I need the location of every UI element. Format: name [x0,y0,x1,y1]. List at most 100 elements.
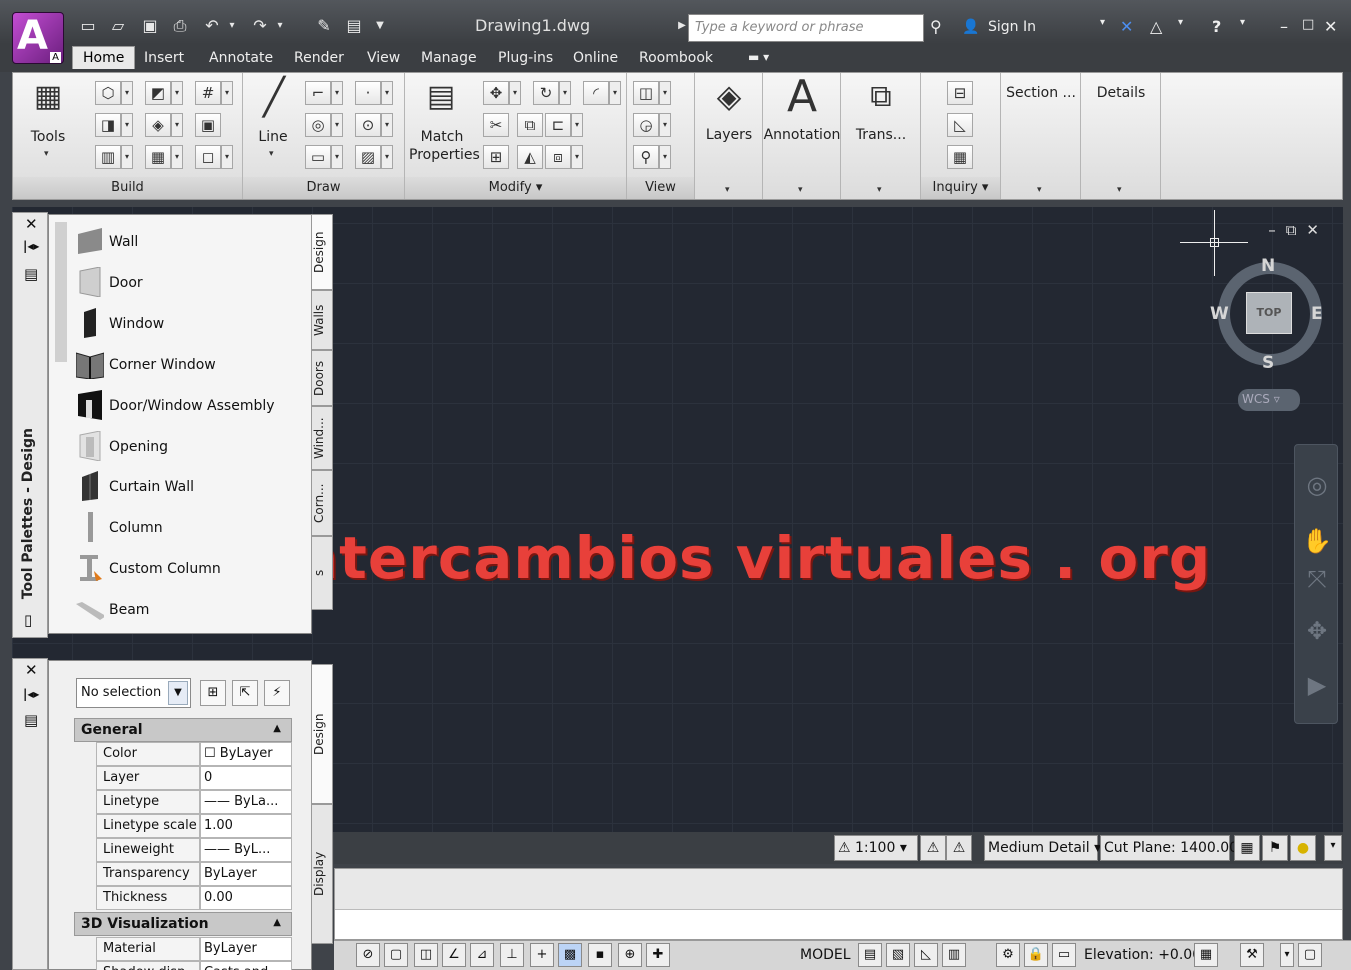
tools-label[interactable]: Tools [23,129,73,145]
property-row[interactable]: Thickness 0.00 [96,886,292,910]
help-dropdown-icon[interactable]: ▾ [1240,17,1245,28]
hardware-acceleration-icon[interactable]: ▭ [1052,943,1076,967]
select-objects-icon[interactable]: ⇱ [232,680,258,706]
palette-tab-design[interactable]: Design [311,214,333,290]
tool-palette-close-icon[interactable]: ✕ [25,215,38,233]
stair-tool-icon[interactable]: ◈ [145,113,171,137]
lineweight-icon[interactable]: ▪ [588,943,612,967]
panel-title-modify[interactable]: Modify ▾ [405,177,626,199]
rectangle-dropdown-icon[interactable]: ▾ [331,145,343,169]
property-row[interactable]: Lineweight —— ByL... [96,838,292,862]
curtain-tool-icon[interactable]: ▥ [95,145,121,169]
inquiry-expand-icon[interactable]: ▾ [982,180,989,195]
surface-hatch-icon[interactable]: ▦ [1234,835,1260,861]
layers-label[interactable]: Layers [695,127,763,143]
property-value[interactable]: ByLayer [200,862,292,886]
window-tool-icon[interactable]: ◨ [95,113,121,137]
properties-close-icon[interactable]: ✕ [25,661,38,679]
line-dropdown-icon[interactable]: ▾ [269,149,274,159]
offset-dropdown-icon[interactable]: ▾ [571,145,583,169]
property-value[interactable]: 0 [200,766,292,790]
palette-item-opening[interactable]: Opening [76,429,296,465]
circle-dropdown-icon[interactable]: ▾ [331,113,343,137]
orbit-icon[interactable]: ◶ [633,113,659,137]
palette-item-door[interactable]: Door [76,265,296,301]
display-configuration[interactable]: Medium Detail ▾ [984,835,1101,861]
category-3d-visualization[interactable]: 3D Visualization ▲ [74,912,292,936]
trim-icon[interactable]: ✂ [483,113,509,137]
pan-icon[interactable]: ✋ [1301,525,1333,557]
palette-tab-more[interactable]: s [311,536,333,610]
selection-dropdown[interactable]: No selection ▼ [76,678,191,708]
showmotion-icon[interactable]: ▶ [1301,669,1333,701]
section-dropdown-icon[interactable]: ▾ [1037,185,1042,195]
property-value[interactable]: 1.00 [200,814,292,838]
annotation-scale[interactable]: ⚠ 1:100 ▾ [834,835,918,861]
polyline-dropdown-icon[interactable]: ▾ [331,81,343,105]
layout-icon[interactable]: ▧ [886,943,910,967]
command-line[interactable] [334,868,1343,940]
quick-view-drawings-icon[interactable]: ▥ [942,943,966,967]
point-dropdown-icon[interactable]: ▾ [381,81,393,105]
match-properties-label-2[interactable]: Properties [409,147,480,163]
property-row[interactable]: Transparency ByLayer [96,862,292,886]
orbit-dropdown-icon[interactable]: ▾ [659,113,671,137]
annotation-dropdown-icon[interactable]: ▾ [798,185,803,195]
property-value[interactable]: Casts and... [200,961,292,970]
circle-icon[interactable]: ◎ [305,113,331,137]
point-icon[interactable]: · [355,81,381,105]
viewport-minimize-icon[interactable]: – [1268,221,1286,239]
undo-dropdown-icon[interactable]: ▾ [222,16,242,36]
viewport-close-icon[interactable]: ✕ [1306,221,1329,239]
application-button[interactable]: A A [12,12,64,64]
model-icon[interactable]: ▤ [858,943,882,967]
undo-icon[interactable]: ↶ [202,16,222,36]
chevron-down-icon[interactable]: ▼ [168,681,188,705]
osnap-icon[interactable]: ⊿ [470,943,494,967]
property-value[interactable]: ☐ ByLayer [200,742,292,766]
stretch-icon[interactable]: ⊏ [545,113,571,137]
palette-item-corner-window[interactable]: Corner Window [76,347,296,383]
help-icon[interactable]: ? [1212,17,1221,36]
door-tool-dropdown-icon[interactable]: ▾ [171,81,183,105]
panel-title-build[interactable]: Build [13,177,242,199]
palette-tab-corners[interactable]: Corn... [311,470,333,536]
viewport-status-menu-icon[interactable]: ▾ [1324,835,1342,861]
window-tool-dropdown-icon[interactable]: ▾ [121,113,133,137]
grid-display-icon[interactable]: ▢ [384,943,408,967]
tab-roombook[interactable]: Roombook [639,50,713,66]
zoom-icon[interactable]: ⚲ [633,145,659,169]
workspace-icon[interactable]: ▤ [344,16,364,36]
roof-tool-icon[interactable]: ◻ [195,145,221,169]
binoculars-icon[interactable]: ⚲ [930,17,942,36]
quick-view-layouts-icon[interactable]: ◺ [914,943,938,967]
rotate-icon[interactable]: ↻ [533,81,559,105]
mirror-icon[interactable]: ◭ [517,145,543,169]
palette-item-beam[interactable]: Beam [76,592,296,628]
rectangle-icon[interactable]: ▭ [305,145,331,169]
distance-icon[interactable]: ⊟ [947,81,973,105]
palette-item-door-window-assembly[interactable]: Door/Window Assembly [76,388,296,424]
annotation-label[interactable]: Annotation [763,127,841,143]
property-value[interactable]: 0.00 [200,886,292,910]
stretch-dropdown-icon[interactable]: ▾ [571,113,583,137]
toggle-pickadd-icon[interactable]: ⊞ [200,680,226,706]
properties-tab-design[interactable]: Design [311,664,333,804]
workspace-switching-icon[interactable]: ⚙ [996,943,1020,967]
ortho-icon[interactable]: ◫ [414,943,438,967]
match-icon[interactable]: ✎ [314,16,334,36]
tab-home[interactable]: Home [72,46,136,69]
qat-customize-icon[interactable]: ▼ [370,16,390,36]
status-menu-icon[interactable]: ▾ [1280,943,1294,967]
offset-icon[interactable]: ⧈ [545,145,571,169]
new-file-icon[interactable]: ▭ [78,16,98,36]
redo-dropdown-icon[interactable]: ▾ [270,16,290,36]
dynamic-input-icon[interactable]: ▩ [558,943,582,967]
viewport-restore-icon[interactable]: ⧉ [1286,221,1307,239]
property-value[interactable]: —— ByLa... [200,790,292,814]
ribbon-minimize-icon[interactable]: ▬ ▾ [748,50,769,64]
tool-palette-menu-icon[interactable]: ▯ [24,611,32,629]
print-icon[interactable]: ⎙ [170,16,190,36]
trans-label[interactable]: Trans... [841,127,921,143]
palette-tab-walls[interactable]: Walls [311,290,333,350]
